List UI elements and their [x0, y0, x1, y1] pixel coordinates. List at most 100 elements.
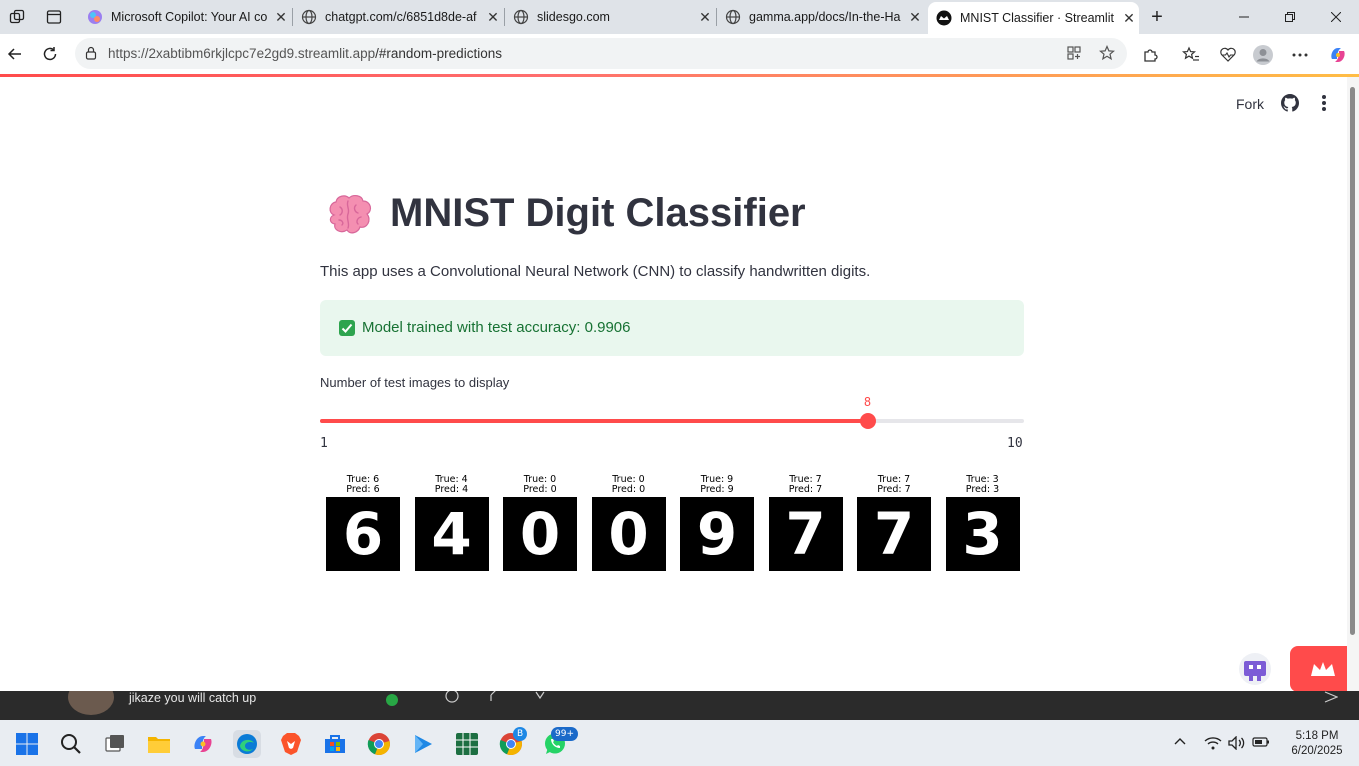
- restore-icon[interactable]: [1267, 0, 1313, 34]
- prediction-cell: True: 9 Pred: 99: [679, 475, 755, 571]
- url-text: https://2xabtibm6rkjlcpc7e2gd9.streamlit…: [108, 46, 502, 61]
- whatsapp-badge: 99+: [551, 727, 578, 741]
- pred-label: Pred: 7: [877, 484, 911, 495]
- tab-streamlit[interactable]: MNIST Classifier · Streamlit ✕: [928, 2, 1139, 34]
- digit-glyph: 0: [608, 500, 649, 568]
- notification-text: jikaze you will catch up: [129, 691, 257, 705]
- mic-icon[interactable]: [534, 691, 546, 707]
- copilot-icon: [87, 9, 103, 25]
- clock-time: 5:18 PM: [1295, 730, 1339, 742]
- volume-icon[interactable]: [1228, 735, 1246, 753]
- pred-label: Pred: 4: [434, 484, 469, 495]
- tab-chatgpt[interactable]: chatgpt.com/c/6851d8de-af ✕: [293, 2, 503, 32]
- digit-glyph: 9: [696, 500, 738, 568]
- digit-glyph: 3: [962, 500, 1003, 568]
- windows-start-icon[interactable]: [14, 731, 40, 757]
- scrollbar-thumb[interactable]: [1350, 87, 1355, 635]
- digit-image: 4: [414, 497, 489, 571]
- digit-glyph: 4: [431, 500, 472, 568]
- wifi-icon[interactable]: [1204, 736, 1222, 753]
- site-info-icon[interactable]: [84, 46, 98, 65]
- tab-gamma[interactable]: gamma.app/docs/In-the-Ha ✕: [717, 2, 925, 32]
- windows-taskbar: B 99+ 5:18 PM 6/20/2025: [0, 720, 1359, 766]
- globe-icon: [725, 9, 741, 25]
- excel-icon[interactable]: [454, 731, 480, 757]
- refresh-icon[interactable]: [37, 42, 63, 66]
- favorites-icon[interactable]: [1180, 44, 1202, 66]
- favorite-star-icon[interactable]: [1098, 44, 1116, 66]
- prediction-images: True: 6 Pred: 6 6 True: 4 Pred: 4 4 True: 0 Pre…: [320, 475, 1024, 575]
- app-available-icon[interactable]: [1066, 45, 1082, 66]
- profile-avatar-icon[interactable]: [1252, 44, 1274, 66]
- prediction-cell: True: 0 Pred: 00: [502, 475, 578, 571]
- edge-browser-icon[interactable]: [233, 730, 261, 758]
- chevron-up-icon[interactable]: [1173, 734, 1187, 749]
- digit-glyph: 7: [785, 500, 826, 568]
- prediction-cell: True: 7 Pred: 77: [768, 475, 844, 571]
- page-scrollbar[interactable]: [1347, 77, 1359, 691]
- slider-thumb[interactable]: [859, 413, 876, 429]
- slider-value: 8: [863, 395, 872, 409]
- emoji-icon[interactable]: [445, 691, 459, 708]
- image-count-slider[interactable]: 8: [320, 395, 1024, 429]
- minimize-icon[interactable]: [1221, 0, 1267, 34]
- streamlit-app: Fork MNIST Digit Classifier This app use…: [0, 77, 1356, 692]
- digit-image: 7: [857, 497, 931, 571]
- digit-image: 9: [680, 497, 754, 571]
- streamlit-icon: [936, 10, 952, 26]
- close-icon[interactable]: ✕: [905, 9, 925, 26]
- success-message: Model trained with test accuracy: 0.9906: [362, 319, 631, 336]
- pred-label: Pred: 0: [611, 484, 646, 495]
- pred-label: Pred: 3: [965, 484, 1000, 495]
- close-window-icon[interactable]: [1313, 0, 1359, 34]
- slider-fill: [320, 419, 868, 423]
- success-alert: Model trained with test accuracy: 0.9906: [320, 300, 1024, 356]
- slider-max-label: 10: [1007, 436, 1023, 451]
- digit-image: 7: [768, 497, 843, 571]
- digit-glyph: 7: [873, 500, 915, 568]
- task-view-icon[interactable]: [102, 731, 128, 757]
- chrome-icon[interactable]: [366, 731, 392, 757]
- close-icon[interactable]: ✕: [483, 9, 503, 26]
- close-icon[interactable]: ✕: [271, 9, 291, 26]
- slider-label: Number of test images to display: [320, 375, 510, 390]
- search-icon[interactable]: [58, 731, 84, 757]
- address-bar-row: https://2xabtibm6rkjlcpc7e2gd9.streamlit…: [0, 34, 1359, 74]
- close-icon[interactable]: ✕: [695, 9, 715, 26]
- digit-image: 0: [503, 497, 577, 571]
- brain-emoji-icon: [326, 193, 374, 237]
- send-icon[interactable]: [1324, 691, 1339, 708]
- digit-image: 3: [945, 497, 1020, 571]
- system-clock[interactable]: 5:18 PM 6/20/2025: [1284, 729, 1350, 759]
- copilot-app-icon[interactable]: [190, 731, 216, 757]
- main-menu-icon[interactable]: [1316, 94, 1332, 112]
- tab-title: MNIST Classifier · Streamlit: [960, 11, 1114, 25]
- pred-label: Pred: 7: [788, 484, 823, 495]
- github-icon[interactable]: [1281, 94, 1299, 112]
- microsoft-store-icon[interactable]: [322, 731, 348, 757]
- clock-date: 6/20/2025: [1291, 745, 1343, 757]
- notification-strip[interactable]: jikaze you will catch up: [0, 691, 1359, 720]
- battery-icon[interactable]: [1252, 736, 1270, 751]
- digit-image: 0: [591, 497, 666, 571]
- fork-button[interactable]: Fork: [1236, 96, 1264, 112]
- extensions-icon[interactable]: [1140, 44, 1162, 66]
- attach-icon[interactable]: [489, 691, 501, 708]
- new-tab-icon[interactable]: +: [1146, 6, 1168, 28]
- back-arrow-icon[interactable]: [2, 42, 28, 66]
- more-options-icon[interactable]: [1289, 44, 1311, 66]
- close-icon[interactable]: ✕: [1119, 10, 1139, 27]
- tab-slidesgo[interactable]: slidesgo.com ✕: [505, 2, 715, 32]
- copilot-icon[interactable]: [1327, 44, 1349, 66]
- slider-min-label: 1: [320, 436, 328, 451]
- media-player-icon[interactable]: [410, 731, 436, 757]
- brave-browser-icon[interactable]: [278, 731, 304, 757]
- workspaces-icon[interactable]: [6, 6, 28, 28]
- vertical-tabs-icon[interactable]: [43, 6, 65, 28]
- tab-title: Microsoft Copilot: Your AI co: [111, 10, 268, 24]
- tab-copilot[interactable]: Microsoft Copilot: Your AI co ✕: [79, 2, 291, 32]
- file-explorer-icon[interactable]: [146, 731, 172, 757]
- url-input[interactable]: https://2xabtibm6rkjlcpc7e2gd9.streamlit…: [75, 38, 1127, 69]
- browser-essentials-icon[interactable]: [1217, 44, 1239, 66]
- hosted-app-avatar-icon[interactable]: [1238, 652, 1272, 686]
